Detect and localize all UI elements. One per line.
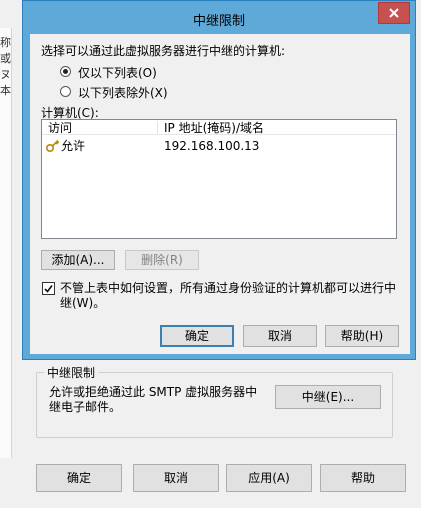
computers-list[interactable]: 访问 IP 地址(掩码)/域名 允许 192.168.100.13 — [41, 119, 397, 239]
list-header: 访问 IP 地址(掩码)/域名 — [42, 120, 396, 135]
parent-help-button[interactable]: 帮助 — [320, 464, 406, 492]
dialog-titlebar[interactable]: 中继限制 — [23, 1, 415, 34]
row-address: 192.168.100.13 — [164, 139, 260, 153]
column-header-access[interactable]: 访问 — [42, 121, 158, 135]
key-icon — [45, 139, 60, 153]
parent-left-text-3: ヌ — [0, 68, 11, 81]
add-button[interactable]: 添加(A)... — [41, 250, 115, 270]
parent-ok-button[interactable]: 确定 — [36, 464, 122, 492]
radio-only-list[interactable] — [60, 66, 71, 77]
parent-left-text-1: 称 — [0, 36, 11, 49]
checkmark-icon — [44, 285, 53, 293]
relay-group-description: 允许或拒绝通过此 SMTP 虚拟服务器中继电子邮件。 — [49, 385, 258, 414]
parent-left-text-2: 或 — [0, 52, 11, 65]
cancel-button[interactable]: 取消 — [243, 325, 317, 347]
column-header-address[interactable]: IP 地址(掩码)/域名 — [158, 121, 358, 135]
ok-button[interactable]: 确定 — [160, 325, 234, 347]
parent-apply-button[interactable]: 应用(A) — [226, 464, 312, 492]
relay-restrictions-dialog: 中继限制 选择可以通过此虚拟服务器进行中继的计算机: 仅以下列表(O) 以下列表… — [22, 0, 416, 360]
radio-all-except-label[interactable]: 以下列表除外(X) — [78, 84, 168, 101]
row-access: 允许 — [61, 139, 86, 153]
radio-all-except[interactable] — [60, 86, 71, 97]
close-button[interactable] — [378, 2, 410, 24]
relay-button[interactable]: 中继(E)... — [275, 385, 381, 409]
relay-restrictions-group: 中继限制 允许或拒绝通过此 SMTP 虚拟服务器中继电子邮件。 中继(E)... — [36, 364, 393, 438]
relay-group-legend: 中继限制 — [44, 364, 99, 381]
dialog-client-area: 选择可以通过此虚拟服务器进行中继的计算机: 仅以下列表(O) 以下列表除外(X)… — [30, 34, 410, 354]
remove-button[interactable]: 删除(R) — [125, 250, 199, 270]
parent-left-text-4: 本 — [0, 84, 11, 97]
parent-left-panel: 称 或 ヌ 本 — [0, 28, 12, 458]
parent-cancel-button[interactable]: 取消 — [133, 464, 219, 492]
close-icon — [389, 8, 399, 18]
computer-select-prompt: 选择可以通过此虚拟服务器进行中继的计算机: — [41, 44, 286, 58]
radio-only-list-label[interactable]: 仅以下列表(O) — [78, 64, 157, 81]
authenticated-relay-checkbox[interactable] — [42, 282, 55, 295]
help-button[interactable]: 帮助(H) — [325, 325, 399, 347]
dialog-title: 中继限制 — [192, 14, 245, 29]
authenticated-relay-label[interactable]: 不管上表中如何设置，所有通过身份验证的计算机都可以进行中继(W)。 — [60, 281, 400, 311]
list-item[interactable]: 允许 192.168.100.13 — [42, 138, 396, 154]
